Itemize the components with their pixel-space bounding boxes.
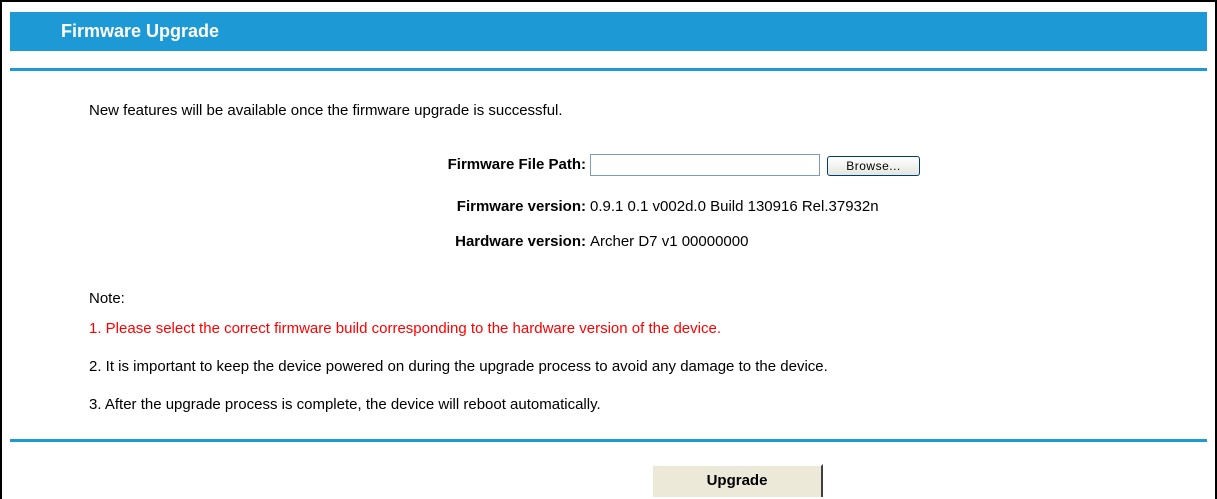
bottom-divider (10, 439, 1207, 442)
hardware-version-label: Hardware version: (455, 233, 586, 250)
firmware-version-label: Firmware version: (456, 198, 586, 215)
firmware-version-value: 0.9.1 0.1 v002d.0 Build 130916 Rel.37932… (590, 198, 879, 215)
firmware-file-path-label: Firmware File Path: (447, 156, 586, 173)
note-title: Note: (89, 290, 125, 307)
note-item-1: 1. Please select the correct firmware bu… (89, 320, 721, 337)
browse-button[interactable]: Browse... (827, 156, 920, 176)
page-title: Firmware Upgrade (61, 21, 220, 41)
note-item-2: 2. It is important to keep the device po… (89, 358, 828, 375)
top-divider (10, 68, 1207, 71)
firmware-file-path-input[interactable] (590, 154, 820, 176)
intro-text: New features will be available once the … (89, 102, 563, 119)
hardware-version-value: Archer D7 v1 00000000 (590, 233, 749, 250)
page-header: Firmware Upgrade (10, 12, 1207, 51)
note-item-3: 3. After the upgrade process is complete… (89, 396, 601, 413)
upgrade-button[interactable]: Upgrade (651, 464, 823, 497)
